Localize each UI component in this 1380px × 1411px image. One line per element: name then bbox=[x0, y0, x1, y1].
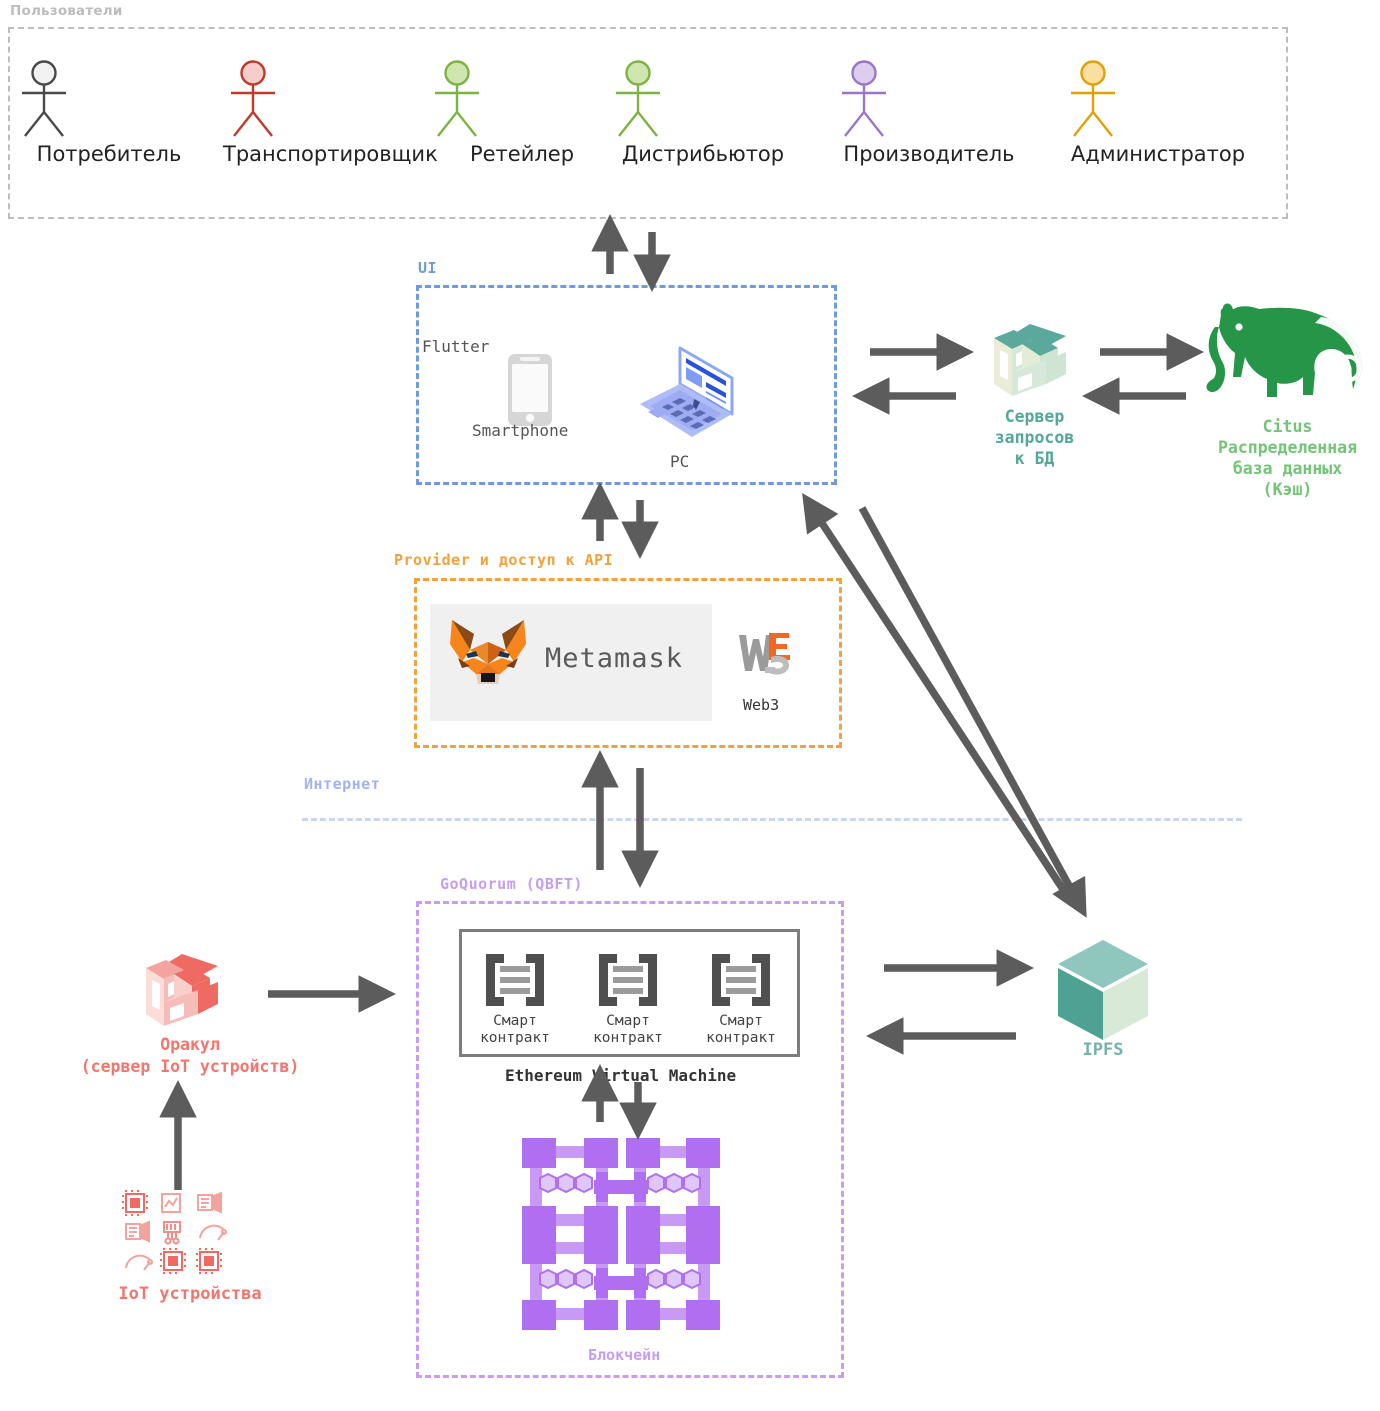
stick-figure-icon bbox=[1071, 60, 1115, 137]
stick-figure-icon bbox=[616, 60, 660, 137]
actor-label: Дистрибьютор bbox=[621, 142, 785, 166]
citus-line3: база данных bbox=[1232, 459, 1343, 478]
elephant-icon bbox=[1203, 303, 1373, 413]
actor-administrator: Администратор bbox=[1063, 60, 1253, 166]
sc-line2: контракт bbox=[706, 1030, 776, 1046]
actor-transportirovshik: Транспортировщик bbox=[223, 60, 438, 166]
sc-line1: Смарт bbox=[719, 1013, 763, 1029]
arrow-ui-to-ipfs bbox=[858, 506, 1087, 918]
sc-line2: контракт bbox=[593, 1030, 663, 1046]
web3-label: Web3 bbox=[743, 696, 780, 714]
stick-figure-icon bbox=[22, 60, 66, 137]
stick-figure-icon bbox=[435, 60, 479, 137]
cube-server-icon bbox=[140, 952, 224, 1036]
actor-reteyler: Ретейлер bbox=[427, 60, 617, 166]
laptop-icon bbox=[634, 342, 738, 446]
ipfs-label: IPFS bbox=[1082, 1040, 1124, 1060]
actor-label: Транспортировщик bbox=[223, 142, 438, 166]
stick-figure-icon bbox=[231, 60, 275, 137]
smart-contract-label-2: Смарт контракт bbox=[583, 1013, 673, 1047]
actor-potrebitel: Потребитель bbox=[14, 60, 204, 166]
provider-zone-label: Provider и доступ к API bbox=[394, 551, 614, 569]
arrow-ipfs-to-ui bbox=[802, 492, 1074, 903]
ui-zone-label: UI bbox=[418, 259, 438, 277]
sc-line1: Смарт bbox=[493, 1013, 537, 1029]
citus-name: Citus bbox=[1262, 417, 1313, 436]
quorum-zone-label: GoQuorum (QBFT) bbox=[440, 875, 583, 893]
db-line3: к БД bbox=[1014, 449, 1055, 468]
sc-line2: контракт bbox=[480, 1030, 550, 1046]
sc-line1: Смарт bbox=[606, 1013, 650, 1029]
metamask-label: Metamask bbox=[545, 643, 684, 674]
code-brackets-icon bbox=[597, 952, 659, 1008]
iot-devices-label: IoT устройства bbox=[118, 1284, 262, 1304]
stick-figure-icon bbox=[842, 60, 886, 137]
users-section-label: Пользователи bbox=[10, 3, 123, 19]
actor-label: Ретейлер bbox=[469, 142, 575, 166]
actor-distribyutor: Дистрибьютор bbox=[608, 60, 798, 166]
code-brackets-icon bbox=[710, 952, 772, 1008]
pc-label: PC bbox=[670, 452, 690, 471]
blockchain-network-icon bbox=[518, 1134, 724, 1334]
citus-line2: Распределенная bbox=[1217, 438, 1358, 457]
smartphone-label: Smartphone bbox=[472, 421, 569, 440]
db-line2: запросов bbox=[994, 428, 1075, 447]
oracle-line2: (сервер IoT устройств) bbox=[80, 1057, 300, 1076]
actor-label: Производитель bbox=[843, 142, 1015, 166]
citus-line4: (Кэш) bbox=[1262, 480, 1313, 499]
iot-devices-icon bbox=[120, 1190, 232, 1276]
oracle-line1: Оракул bbox=[160, 1035, 220, 1054]
metamask-fox-icon bbox=[446, 614, 530, 692]
flutter-label: Flutter bbox=[422, 337, 490, 356]
db-line1: Сервер bbox=[1004, 407, 1065, 426]
citus-label: Citus Распределенная база данных (Кэш) bbox=[1195, 416, 1380, 500]
actor-proizvoditel: Производитель bbox=[834, 60, 1024, 166]
actor-label: Администратор bbox=[1070, 142, 1246, 166]
cube-icon bbox=[1048, 938, 1158, 1042]
smartphone-icon bbox=[505, 352, 555, 428]
db-server-label: Сервер запросов к БД bbox=[972, 406, 1097, 469]
cube-server-icon bbox=[988, 322, 1072, 406]
web3js-icon bbox=[735, 627, 797, 685]
code-brackets-icon bbox=[484, 952, 546, 1008]
actor-label: Потребитель bbox=[36, 142, 182, 166]
oracle-label: Оракул (сервер IoT устройств) bbox=[40, 1034, 340, 1078]
smart-contract-label-3: Смарт контракт bbox=[696, 1013, 786, 1047]
ui-zone bbox=[416, 285, 837, 485]
internet-label: Интернет bbox=[304, 775, 381, 793]
internet-divider bbox=[302, 818, 1242, 821]
smart-contract-label-1: Смарт контракт bbox=[470, 1013, 560, 1047]
evm-label: Ethereum Virtual Machine bbox=[505, 1066, 737, 1085]
blockchain-label: Блокчейн bbox=[588, 1346, 661, 1364]
